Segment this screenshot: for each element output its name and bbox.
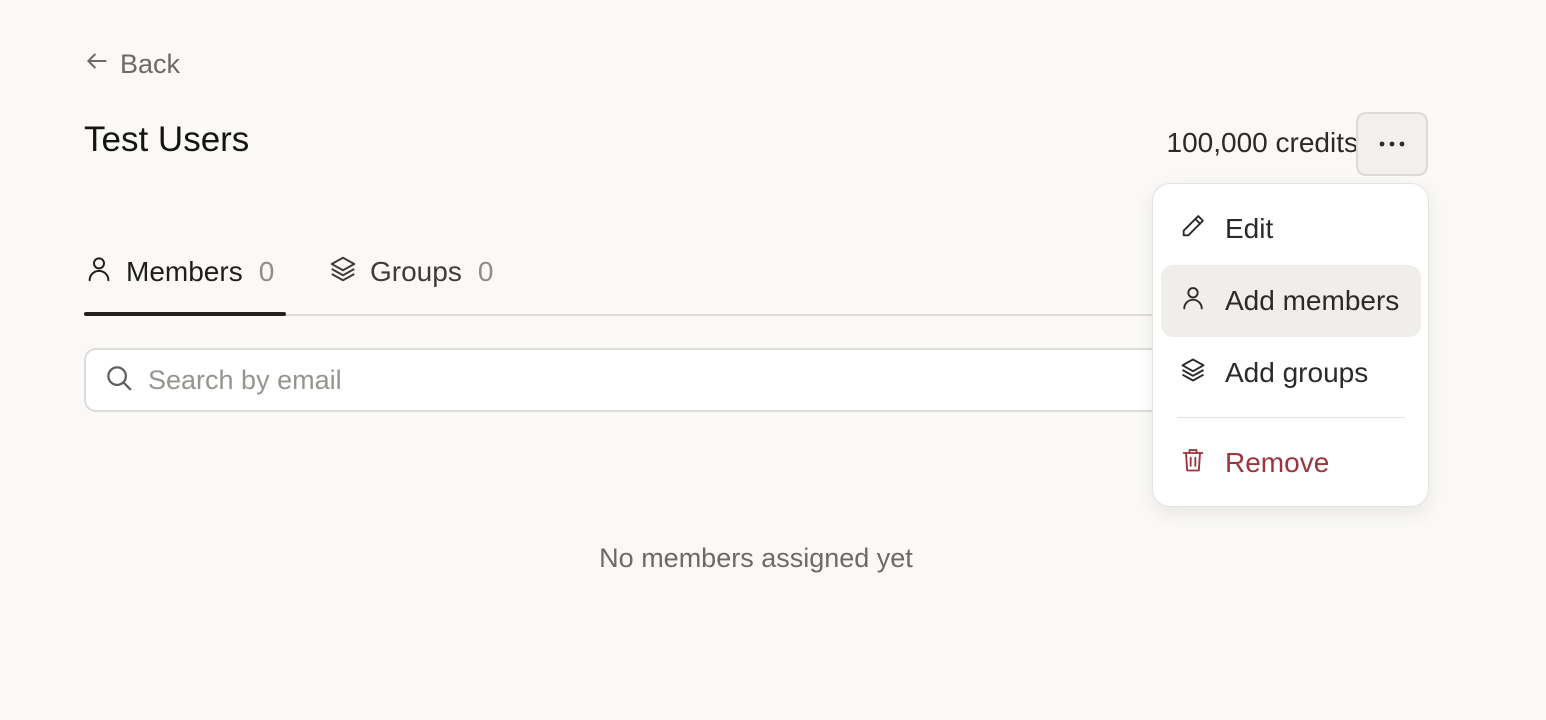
more-horizontal-icon — [1378, 135, 1406, 153]
user-icon — [1179, 284, 1207, 319]
pencil-icon — [1179, 212, 1207, 247]
empty-state-message: No members assigned yet — [599, 543, 913, 573]
tab-members[interactable]: Members 0 — [84, 230, 286, 316]
layers-icon — [1179, 356, 1207, 391]
menu-divider — [1177, 417, 1405, 418]
arrow-left-icon — [84, 48, 110, 81]
layers-icon — [328, 254, 358, 291]
more-options-button[interactable] — [1356, 112, 1428, 176]
trash-icon — [1179, 446, 1207, 481]
credits-balance: 100,000 credits — [1166, 127, 1358, 158]
menu-item-add-groups[interactable]: Add groups — [1161, 337, 1421, 409]
menu-item-remove[interactable]: Remove — [1161, 427, 1421, 499]
menu-item-add-members[interactable]: Add members — [1161, 265, 1421, 337]
menu-item-edit-label: Edit — [1225, 213, 1274, 244]
user-icon — [84, 254, 114, 291]
page: Back Test Users 100,000 credits Members … — [0, 0, 1546, 720]
back-label: Back — [120, 49, 181, 79]
tab-members-count: 0 — [258, 256, 275, 287]
search-icon — [104, 363, 134, 398]
page-title: Test Users — [84, 120, 250, 159]
back-link[interactable]: Back — [84, 48, 180, 81]
menu-item-remove-label: Remove — [1225, 447, 1330, 478]
tab-groups-count: 0 — [477, 256, 494, 287]
menu-item-add-members-label: Add members — [1225, 285, 1400, 316]
tab-members-label: Members — [126, 256, 243, 287]
menu-item-add-groups-label: Add groups — [1225, 357, 1369, 388]
more-options-menu: Edit Add members Add groups Remove — [1152, 183, 1429, 507]
tab-groups-label: Groups — [370, 256, 462, 287]
tab-groups[interactable]: Groups 0 — [328, 230, 493, 314]
menu-item-edit[interactable]: Edit — [1161, 193, 1421, 265]
search-input[interactable] — [148, 364, 1148, 396]
